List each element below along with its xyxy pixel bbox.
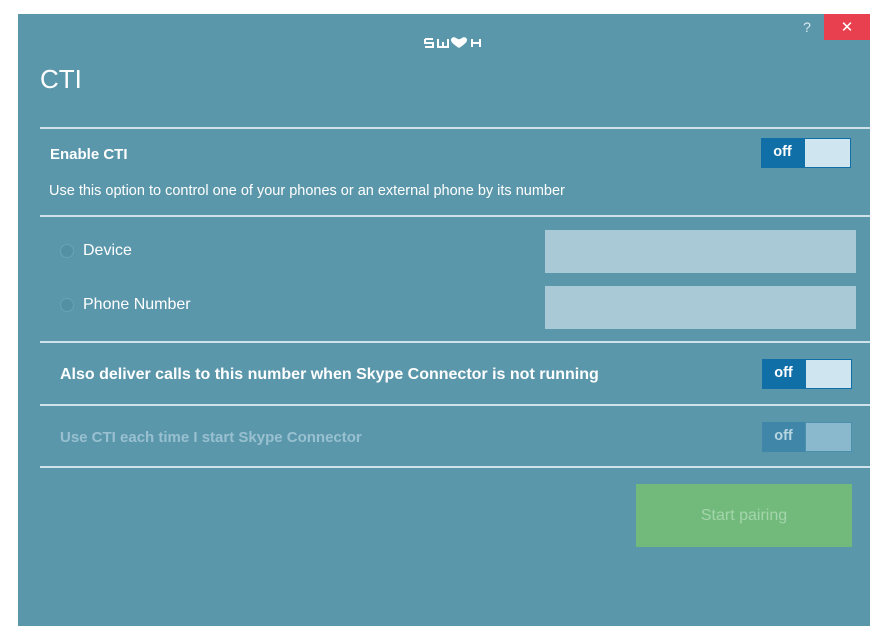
device-radio[interactable] — [60, 244, 74, 258]
divider — [40, 215, 870, 217]
page-title: CTI — [40, 64, 82, 94]
phone-number-label: Phone Number — [83, 296, 191, 313]
title-bar[interactable]: ? ✕ — [18, 14, 870, 74]
deliver-calls-toggle[interactable]: off — [762, 359, 852, 389]
toggle-state-label: off — [762, 422, 805, 452]
device-label: Device — [83, 242, 132, 259]
help-button[interactable]: ? — [792, 14, 822, 40]
deliver-calls-label: Also deliver calls to this number when S… — [60, 366, 599, 383]
start-pairing-button[interactable]: Start pairing — [636, 484, 852, 547]
device-radio-option[interactable]: Device — [60, 242, 132, 260]
swox-logo — [422, 32, 488, 54]
phone-number-radio-option[interactable]: Phone Number — [60, 296, 191, 314]
swox-logo-icon — [424, 37, 481, 48]
divider — [40, 466, 870, 468]
enable-cti-toggle[interactable]: off — [761, 138, 851, 168]
toggle-state-label: off — [761, 138, 804, 168]
toggle-state-label: off — [762, 359, 805, 389]
device-field[interactable] — [545, 230, 856, 273]
toggle-knob — [805, 422, 852, 452]
close-button[interactable]: ✕ — [824, 14, 870, 40]
divider — [40, 404, 870, 406]
cti-window: ? ✕ CTI Enable CTI off Use this option t… — [18, 14, 870, 626]
use-cti-startup-label: Use CTI each time I start Skype Connecto… — [60, 429, 362, 446]
use-cti-startup-toggle[interactable]: off — [762, 422, 852, 452]
divider — [40, 127, 870, 129]
phone-number-radio[interactable] — [60, 298, 74, 312]
enable-cti-description: Use this option to control one of your p… — [49, 183, 565, 199]
toggle-knob — [805, 359, 852, 389]
divider — [40, 341, 870, 343]
enable-cti-label: Enable CTI — [50, 146, 128, 163]
toggle-knob — [804, 138, 851, 168]
phone-number-field[interactable] — [545, 286, 856, 329]
